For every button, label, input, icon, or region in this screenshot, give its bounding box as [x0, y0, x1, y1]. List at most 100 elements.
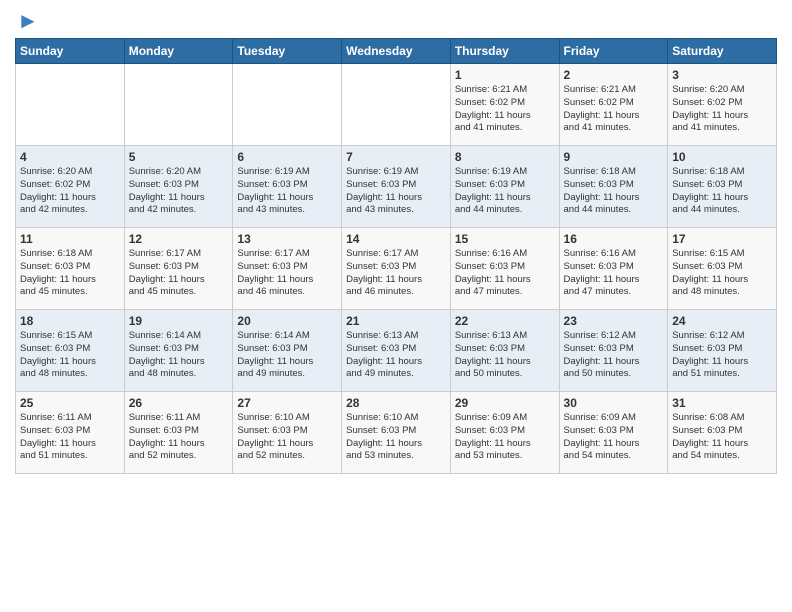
day-info: Sunrise: 6:18 AM Sunset: 6:03 PM Dayligh…	[564, 166, 640, 215]
day-cell: 3 Sunrise: 6:20 AM Sunset: 6:02 PM Daylig…	[668, 64, 777, 146]
week-row-1: 1 Sunrise: 6:21 AM Sunset: 6:02 PM Daylig…	[16, 64, 777, 146]
day-number: 20	[237, 314, 337, 328]
day-cell: 31Sunrise: 6:08 AM Sunset: 6:03 PM Dayli…	[668, 392, 777, 474]
day-info: Sunrise: 6:10 AM Sunset: 6:03 PM Dayligh…	[346, 412, 422, 461]
day-number: 17	[672, 232, 772, 246]
day-cell: 15 Sunrise: 6:16 AM Sunset: 6:03 PM Dayli…	[450, 228, 559, 310]
logo-bird-icon: ►	[17, 10, 39, 32]
day-cell	[124, 64, 233, 146]
day-number: 30	[564, 396, 664, 410]
day-info: Sunrise: 6:13 AM Sunset: 6:03 PM Dayligh…	[346, 330, 422, 379]
day-number: 3	[672, 68, 772, 82]
day-cell: 25Sunrise: 6:11 AM Sunset: 6:03 PM Dayli…	[16, 392, 125, 474]
day-cell: 2 Sunrise: 6:21 AM Sunset: 6:02 PM Daylig…	[559, 64, 668, 146]
day-header-tuesday: Tuesday	[233, 39, 342, 64]
day-number: 10	[672, 150, 772, 164]
day-number: 28	[346, 396, 446, 410]
day-number: 11	[20, 232, 120, 246]
day-number: 26	[129, 396, 229, 410]
day-info: Sunrise: 6:19 AM Sunset: 6:03 PM Dayligh…	[346, 166, 422, 215]
day-cell: 27Sunrise: 6:10 AM Sunset: 6:03 PM Dayli…	[233, 392, 342, 474]
day-number: 31	[672, 396, 772, 410]
day-info: Sunrise: 6:16 AM Sunset: 6:03 PM Dayligh…	[564, 248, 640, 297]
day-info: Sunrise: 6:09 AM Sunset: 6:03 PM Dayligh…	[564, 412, 640, 461]
day-cell: 26 Sunrise: 6:11 AM Sunset: 6:03 PM Dayli…	[124, 392, 233, 474]
day-cell: 5Sunrise: 6:20 AM Sunset: 6:03 PM Daylig…	[124, 146, 233, 228]
day-info: Sunrise: 6:20 AM Sunset: 6:02 PM Dayligh…	[20, 166, 96, 215]
day-header-friday: Friday	[559, 39, 668, 64]
day-number: 1	[455, 68, 555, 82]
day-info: Sunrise: 6:16 AM Sunset: 6:03 PM Dayligh…	[455, 248, 531, 297]
day-cell: 12 Sunrise: 6:17 AM Sunset: 6:03 PM Dayli…	[124, 228, 233, 310]
day-cell: 9 Sunrise: 6:18 AM Sunset: 6:03 PM Daylig…	[559, 146, 668, 228]
week-row-4: 18 Sunrise: 6:15 AM Sunset: 6:03 PM Dayli…	[16, 310, 777, 392]
day-info: Sunrise: 6:13 AM Sunset: 6:03 PM Dayligh…	[455, 330, 531, 379]
day-cell: 30 Sunrise: 6:09 AM Sunset: 6:03 PM Dayli…	[559, 392, 668, 474]
day-number: 2	[564, 68, 664, 82]
week-row-3: 11 Sunrise: 6:18 AM Sunset: 6:03 PM Dayli…	[16, 228, 777, 310]
day-info: Sunrise: 6:17 AM Sunset: 6:03 PM Dayligh…	[129, 248, 205, 297]
day-info: Sunrise: 6:20 AM Sunset: 6:03 PM Dayligh…	[129, 166, 205, 215]
day-info: Sunrise: 6:18 AM Sunset: 6:03 PM Dayligh…	[20, 248, 96, 297]
day-cell: 21 Sunrise: 6:13 AM Sunset: 6:03 PM Dayli…	[342, 310, 451, 392]
day-info: Sunrise: 6:15 AM Sunset: 6:03 PM Dayligh…	[672, 248, 748, 297]
day-cell	[342, 64, 451, 146]
day-cell: 11 Sunrise: 6:18 AM Sunset: 6:03 PM Dayli…	[16, 228, 125, 310]
day-number: 23	[564, 314, 664, 328]
day-info: Sunrise: 6:17 AM Sunset: 6:03 PM Dayligh…	[237, 248, 313, 297]
day-cell: 24Sunrise: 6:12 AM Sunset: 6:03 PM Dayli…	[668, 310, 777, 392]
day-cell: 28 Sunrise: 6:10 AM Sunset: 6:03 PM Dayli…	[342, 392, 451, 474]
day-info: Sunrise: 6:15 AM Sunset: 6:03 PM Dayligh…	[20, 330, 96, 379]
day-info: Sunrise: 6:09 AM Sunset: 6:03 PM Dayligh…	[455, 412, 531, 461]
day-cell: 8 Sunrise: 6:19 AM Sunset: 6:03 PM Daylig…	[450, 146, 559, 228]
day-header-sunday: Sunday	[16, 39, 125, 64]
day-number: 14	[346, 232, 446, 246]
day-info: Sunrise: 6:14 AM Sunset: 6:03 PM Dayligh…	[129, 330, 205, 379]
day-number: 29	[455, 396, 555, 410]
day-number: 16	[564, 232, 664, 246]
day-cell: 10 Sunrise: 6:18 AM Sunset: 6:03 PM Dayli…	[668, 146, 777, 228]
week-row-2: 4Sunrise: 6:20 AM Sunset: 6:02 PM Daylig…	[16, 146, 777, 228]
week-row-5: 25Sunrise: 6:11 AM Sunset: 6:03 PM Dayli…	[16, 392, 777, 474]
day-info: Sunrise: 6:10 AM Sunset: 6:03 PM Dayligh…	[237, 412, 313, 461]
day-info: Sunrise: 6:11 AM Sunset: 6:03 PM Dayligh…	[129, 412, 205, 461]
day-cell	[16, 64, 125, 146]
day-cell: 17 Sunrise: 6:15 AM Sunset: 6:03 PM Dayli…	[668, 228, 777, 310]
day-cell: 4Sunrise: 6:20 AM Sunset: 6:02 PM Daylig…	[16, 146, 125, 228]
calendar-table: SundayMondayTuesdayWednesdayThursdayFrid…	[15, 38, 777, 474]
day-cell: 20Sunrise: 6:14 AM Sunset: 6:03 PM Dayli…	[233, 310, 342, 392]
day-cell: 1 Sunrise: 6:21 AM Sunset: 6:02 PM Daylig…	[450, 64, 559, 146]
day-info: Sunrise: 6:21 AM Sunset: 6:02 PM Dayligh…	[564, 84, 640, 133]
day-cell: 7Sunrise: 6:19 AM Sunset: 6:03 PM Daylig…	[342, 146, 451, 228]
header: ►	[15, 10, 777, 32]
day-info: Sunrise: 6:12 AM Sunset: 6:03 PM Dayligh…	[564, 330, 640, 379]
day-number: 13	[237, 232, 337, 246]
day-cell: 23 Sunrise: 6:12 AM Sunset: 6:03 PM Dayli…	[559, 310, 668, 392]
day-number: 15	[455, 232, 555, 246]
day-number: 12	[129, 232, 229, 246]
day-cell: 16 Sunrise: 6:16 AM Sunset: 6:03 PM Dayli…	[559, 228, 668, 310]
day-cell: 13 Sunrise: 6:17 AM Sunset: 6:03 PM Dayli…	[233, 228, 342, 310]
day-number: 9	[564, 150, 664, 164]
logo: ►	[15, 10, 39, 32]
day-number: 8	[455, 150, 555, 164]
day-info: Sunrise: 6:11 AM Sunset: 6:03 PM Dayligh…	[20, 412, 96, 461]
day-info: Sunrise: 6:19 AM Sunset: 6:03 PM Dayligh…	[455, 166, 531, 215]
day-info: Sunrise: 6:20 AM Sunset: 6:02 PM Dayligh…	[672, 84, 748, 133]
day-number: 19	[129, 314, 229, 328]
day-number: 6	[237, 150, 337, 164]
day-header-wednesday: Wednesday	[342, 39, 451, 64]
day-cell: 22 Sunrise: 6:13 AM Sunset: 6:03 PM Dayli…	[450, 310, 559, 392]
day-cell: 6Sunrise: 6:19 AM Sunset: 6:03 PM Daylig…	[233, 146, 342, 228]
day-info: Sunrise: 6:21 AM Sunset: 6:02 PM Dayligh…	[455, 84, 531, 133]
day-number: 22	[455, 314, 555, 328]
day-number: 18	[20, 314, 120, 328]
day-cell: 19 Sunrise: 6:14 AM Sunset: 6:03 PM Dayli…	[124, 310, 233, 392]
day-number: 21	[346, 314, 446, 328]
days-header-row: SundayMondayTuesdayWednesdayThursdayFrid…	[16, 39, 777, 64]
day-header-saturday: Saturday	[668, 39, 777, 64]
day-info: Sunrise: 6:18 AM Sunset: 6:03 PM Dayligh…	[672, 166, 748, 215]
day-cell: 14Sunrise: 6:17 AM Sunset: 6:03 PM Dayli…	[342, 228, 451, 310]
day-number: 24	[672, 314, 772, 328]
day-cell: 18 Sunrise: 6:15 AM Sunset: 6:03 PM Dayli…	[16, 310, 125, 392]
